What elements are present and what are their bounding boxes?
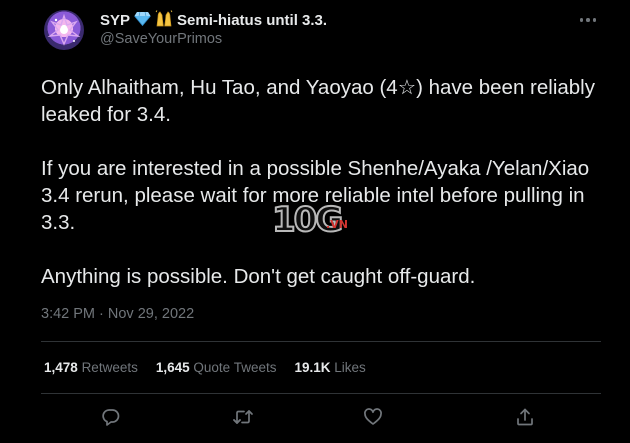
divider — [41, 341, 601, 342]
raised-hands-icon — [155, 9, 173, 31]
divider — [41, 393, 601, 394]
quote-tweets-label: Quote Tweets — [193, 360, 277, 375]
tweet-actions — [0, 404, 630, 430]
retweets-label: Retweets — [81, 360, 138, 375]
retweets-count: 1,478 — [44, 360, 78, 375]
tweet-stats: 1,478 Retweets 1,645 Quote Tweets 19.1K … — [44, 360, 366, 378]
tweet-card: SYP Semi-hiatus until 3.3. @SaveYourPrim… — [0, 0, 630, 443]
likes-count: 19.1K — [294, 360, 331, 375]
reply-icon[interactable] — [98, 404, 124, 430]
watermark-logo: 10G .VN — [268, 196, 364, 252]
author-name-row[interactable]: SYP Semi-hiatus until 3.3. — [100, 9, 328, 31]
author-handle[interactable]: @SaveYourPrimos — [100, 31, 222, 47]
likes-label: Likes — [334, 360, 366, 375]
author-name[interactable]: SYP — [100, 12, 130, 29]
share-icon[interactable] — [512, 404, 538, 430]
watermark-domain: .VN — [326, 218, 348, 231]
retweets-stat[interactable]: 1,478 Retweets — [44, 360, 138, 378]
tweet-paragraph: Only Alhaitham, Hu Tao, and Yaoyao (4☆) … — [41, 76, 595, 126]
avatar[interactable] — [44, 10, 84, 50]
tweet-paragraph: Anything is possible. Don't get caught o… — [41, 265, 476, 288]
author-name-suffix: Semi-hiatus until 3.3. — [177, 11, 328, 29]
quote-tweets-count: 1,645 — [155, 360, 190, 375]
like-icon[interactable] — [360, 404, 386, 430]
tweet-timestamp[interactable]: 3:42 PM · Nov 29, 2022 — [41, 306, 194, 322]
more-options-icon[interactable] — [576, 10, 600, 30]
retweet-icon[interactable] — [230, 404, 256, 430]
quote-tweets-stat[interactable]: 1,645 Quote Tweets — [156, 360, 277, 378]
likes-stat[interactable]: 19.1K Likes — [294, 360, 365, 378]
gem-icon — [134, 11, 151, 30]
